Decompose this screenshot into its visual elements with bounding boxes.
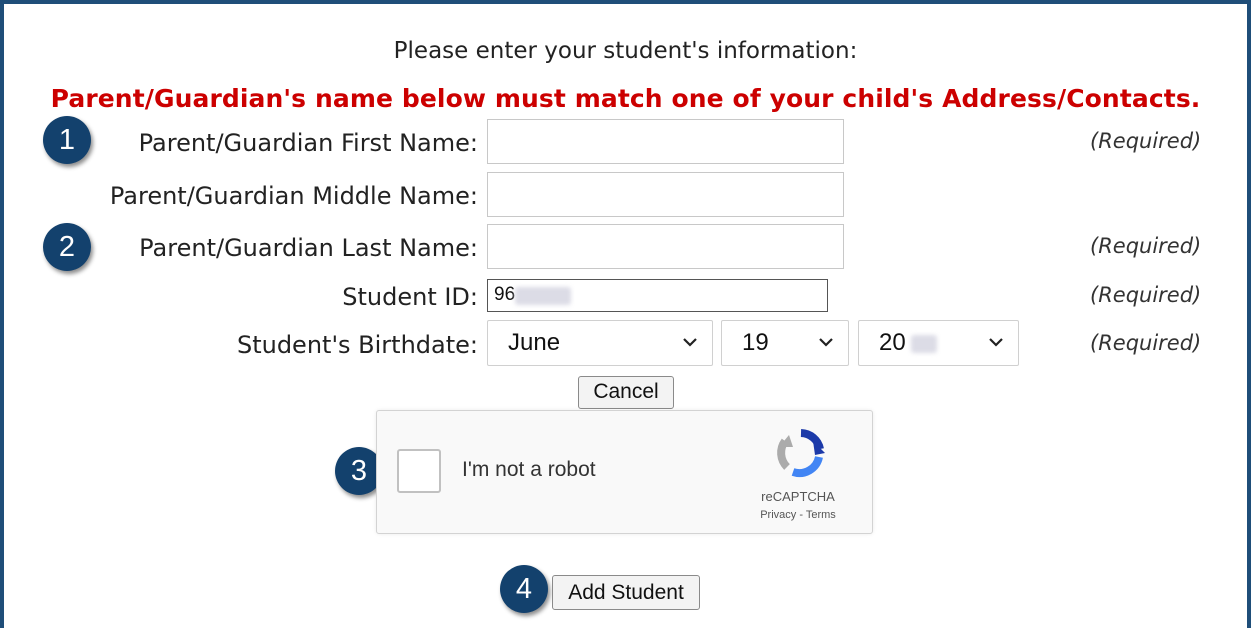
- recaptcha-label: I'm not a robot: [462, 458, 596, 481]
- student-id-value: 96: [494, 284, 516, 305]
- recaptcha-logo-icon: [777, 429, 825, 478]
- middle-name-field[interactable]: [487, 172, 844, 217]
- chevron-down-icon: [683, 338, 697, 347]
- step-badge-4: 4: [500, 565, 548, 613]
- recaptcha-widget: I'm not a robot reCAPTCHA Privacy - Term…: [376, 410, 873, 534]
- middle-name-value: [488, 176, 494, 197]
- chevron-down-icon: [989, 338, 1003, 347]
- birth-month-select[interactable]: June: [487, 320, 713, 366]
- redacted-blur: [911, 335, 937, 353]
- recaptcha-privacy-terms-link[interactable]: Privacy - Terms: [743, 509, 853, 521]
- recaptcha-checkbox[interactable]: [397, 449, 441, 493]
- last-name-label: Parent/Guardian Last Name:: [139, 234, 478, 262]
- birth-year-value: 20: [879, 329, 906, 356]
- chevron-down-icon: [819, 338, 833, 347]
- birth-day-value: 19: [742, 329, 769, 356]
- add-student-button[interactable]: Add Student: [552, 575, 700, 610]
- instruction-heading: Please enter your student's information:: [393, 38, 858, 64]
- birth-year-select[interactable]: 20: [858, 320, 1019, 366]
- name-match-warning: Parent/Guardian's name below must match …: [50, 84, 1201, 113]
- birth-day-select[interactable]: 19: [721, 320, 849, 366]
- birthdate-required: (Required): [1090, 331, 1202, 355]
- redacted-blur: [515, 286, 572, 305]
- first-name-required: (Required): [1090, 129, 1202, 153]
- recaptcha-brand: reCAPTCHA: [761, 489, 835, 504]
- student-id-label: Student ID:: [342, 283, 478, 311]
- last-name-field[interactable]: [487, 224, 844, 269]
- student-id-required: (Required): [1090, 283, 1202, 307]
- last-name-value: [488, 228, 494, 249]
- first-name-field[interactable]: [487, 119, 844, 164]
- cancel-button[interactable]: Cancel: [578, 376, 674, 409]
- birthdate-label: Student's Birthdate:: [236, 331, 478, 359]
- birth-month-value: June: [508, 329, 561, 356]
- first-name-label: Parent/Guardian First Name:: [138, 129, 478, 157]
- middle-name-label: Parent/Guardian Middle Name:: [109, 182, 478, 210]
- last-name-required: (Required): [1090, 234, 1202, 258]
- first-name-value: [488, 123, 494, 144]
- student-id-field[interactable]: 96: [487, 279, 828, 312]
